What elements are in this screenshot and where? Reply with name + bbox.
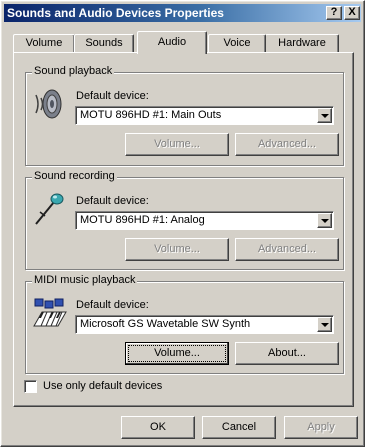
apply-button[interactable]: Apply <box>284 416 358 439</box>
recording-volume-button[interactable]: Volume... <box>125 238 229 261</box>
speaker-icon <box>35 89 62 119</box>
sound-recording-label: Sound recording <box>32 170 117 182</box>
title-bar[interactable]: Sounds and Audio Devices Properties ? X <box>4 4 361 22</box>
dialog-window: Sounds and Audio Devices Properties ? X … <box>0 0 365 447</box>
recording-advanced-button[interactable]: Advanced... <box>235 238 339 261</box>
midi-device-select[interactable]: Microsoft GS Wavetable SW Synth <box>75 315 334 334</box>
ok-button[interactable]: OK <box>121 416 195 439</box>
audio-tab-panel: Sound playback Default device: MOTU 896H… <box>13 52 354 407</box>
midi-playback-label: MIDI music playback <box>32 274 138 286</box>
use-default-devices-checkbox[interactable] <box>24 380 37 393</box>
use-default-devices-label[interactable]: Use only default devices <box>43 380 162 392</box>
playback-device-label: Default device: <box>76 90 149 102</box>
chevron-down-icon[interactable] <box>317 108 332 123</box>
tab-sounds[interactable]: Sounds <box>74 34 134 53</box>
midi-playback-group: MIDI music playback Default device: Micr… <box>25 274 344 374</box>
midi-volume-button[interactable]: Volume... <box>125 342 229 365</box>
window-title: Sounds and Audio Devices Properties <box>7 6 224 20</box>
tab-hardware[interactable]: Hardware <box>265 34 339 53</box>
cancel-button[interactable]: Cancel <box>202 416 276 439</box>
tab-audio[interactable]: Audio <box>137 31 207 54</box>
midi-keyboard-icon <box>33 298 67 327</box>
sound-playback-label: Sound playback <box>32 65 115 77</box>
tab-voice[interactable]: Voice <box>208 34 266 53</box>
close-button[interactable]: X <box>344 6 360 20</box>
midi-device-value: Microsoft GS Wavetable SW Synth <box>80 318 251 330</box>
midi-device-label: Default device: <box>76 299 149 311</box>
microphone-icon <box>35 193 64 225</box>
recording-device-label: Default device: <box>76 195 149 207</box>
playback-device-select[interactable]: MOTU 896HD #1: Main Outs <box>75 106 334 125</box>
tab-strip: Volume Sounds Hardware Voice Audio <box>9 31 359 54</box>
playback-volume-button[interactable]: Volume... <box>125 133 229 156</box>
recording-device-select[interactable]: MOTU 896HD #1: Analog <box>75 211 334 230</box>
playback-advanced-button[interactable]: Advanced... <box>235 133 339 156</box>
sound-playback-group: Sound playback Default device: MOTU 896H… <box>25 65 344 166</box>
recording-device-value: MOTU 896HD #1: Analog <box>80 214 205 226</box>
help-button[interactable]: ? <box>326 6 342 20</box>
chevron-down-icon[interactable] <box>317 213 332 228</box>
chevron-down-icon[interactable] <box>317 317 332 332</box>
sound-recording-group: Sound recording Default device: MOTU 896… <box>25 170 344 270</box>
midi-about-button[interactable]: About... <box>235 342 339 365</box>
playback-device-value: MOTU 896HD #1: Main Outs <box>80 109 222 121</box>
tab-volume[interactable]: Volume <box>13 34 75 53</box>
